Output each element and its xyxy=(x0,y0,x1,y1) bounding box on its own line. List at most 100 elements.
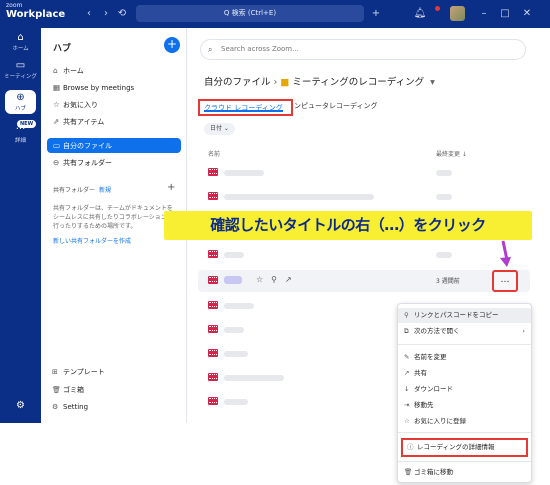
row-date xyxy=(436,194,452,200)
chevron-down-icon[interactable]: ▾ xyxy=(430,77,435,88)
forward-icon[interactable]: › xyxy=(99,7,113,21)
rail-item-meetings[interactable]: ▭ ミーティング xyxy=(0,60,41,80)
logo-big: Workplace xyxy=(6,9,66,20)
menu-label: 次の方法で開く xyxy=(414,327,460,335)
share-icon: ↗ xyxy=(404,369,410,377)
star-icon[interactable]: ☆ xyxy=(256,275,263,284)
shared-desc: 共有フォルダーは、チームがドキュメントをシームレスに共有したりコラボレーションを… xyxy=(53,205,173,230)
hub-icon: ⊕ xyxy=(16,92,25,103)
nav-label: 共有フォルダー xyxy=(63,159,112,167)
row-date xyxy=(436,170,452,176)
tab-cloud-recording[interactable]: クラウド レコーディング xyxy=(198,99,293,116)
share-icon: ⇗ xyxy=(53,117,60,126)
menu-item-recording-details[interactable]: ⓘ レコーディングの詳細情報 xyxy=(401,438,528,457)
nav-item-favorites[interactable]: ☆ お気に入り xyxy=(47,97,181,112)
link-icon: ⚲ xyxy=(404,311,409,319)
more-options-button[interactable]: … xyxy=(492,270,518,292)
menu-label: 移動先 xyxy=(414,401,434,409)
menu-label: ゴミ箱に移動 xyxy=(414,468,453,476)
nav-item-my-files[interactable]: ▭ 自分のファイル xyxy=(47,138,181,153)
rail-label: ミーティング xyxy=(4,74,37,80)
pencil-icon: ✎ xyxy=(404,353,410,361)
add-button[interactable]: + xyxy=(164,37,180,53)
column-header-modified[interactable]: 最終変更 ↓ xyxy=(436,149,467,158)
menu-divider xyxy=(398,432,531,433)
date-filter[interactable]: 日付 ⌄ xyxy=(204,123,235,135)
menu-label: レコーディングの詳細情報 xyxy=(417,443,495,451)
nav-label: テンプレート xyxy=(63,368,105,376)
plus-icon[interactable]: + xyxy=(369,7,383,21)
breadcrumb: 自分のファイル › ■ ミーティングのレコーディング ▾ xyxy=(204,74,438,88)
instruction-banner: 確認したいタイトルの右（…）をクリック xyxy=(164,211,532,240)
menu-item-copy-link[interactable]: ⚲ リンクとパスコードをコピー xyxy=(398,308,531,323)
row-actions: ☆ ⚲ ↗ xyxy=(256,275,300,284)
nav-item-shared-folders[interactable]: ⊖ 共有フォルダー xyxy=(47,155,181,170)
nav-label: Browse by meetings xyxy=(63,84,135,92)
menu-item-download[interactable]: ↓ ダウンロード xyxy=(398,382,531,397)
table-row[interactable] xyxy=(198,162,530,184)
back-icon[interactable]: ‹ xyxy=(82,7,96,21)
notification-dot xyxy=(435,6,440,11)
add-shared-folder-icon[interactable]: + xyxy=(167,182,175,193)
menu-item-share[interactable]: ↗ 共有 xyxy=(398,366,531,381)
menu-item-rename[interactable]: ✎ 名前を変更 xyxy=(398,350,531,365)
nav-label: ゴミ箱 xyxy=(63,386,84,394)
nav-item-templates[interactable]: ⊞ テンプレート xyxy=(52,367,105,377)
menu-divider xyxy=(398,461,531,462)
global-search[interactable]: Q 検索 (Ctrl+E) xyxy=(136,5,364,22)
nav-item-trash[interactable]: 🗑︎ ゴミ箱 xyxy=(52,385,84,395)
recording-icon xyxy=(208,325,218,333)
table-row-hovered[interactable]: ☆ ⚲ ↗ 3 週間前 … xyxy=(198,270,530,292)
search-input[interactable]: ⌕ Search across Zoom... xyxy=(200,39,526,60)
rail-item-more[interactable]: ··· 詳細 xyxy=(0,124,41,144)
nav-label: お気に入り xyxy=(63,101,98,109)
close-icon[interactable]: ✕ xyxy=(520,7,534,21)
folder-icon: ▭ xyxy=(53,141,61,150)
column-header-name[interactable]: 名前 xyxy=(208,149,220,158)
nav-item-setting[interactable]: ⚙ Setting xyxy=(52,403,88,411)
history-icon[interactable]: ⟲ xyxy=(115,7,129,21)
row-title xyxy=(224,303,254,309)
home-icon: ⌂ xyxy=(17,32,24,43)
download-icon: ↓ xyxy=(404,385,410,393)
nav-item-home[interactable]: ⌂ ホーム xyxy=(47,63,181,78)
gear-icon: ⚙ xyxy=(52,403,59,411)
star-icon: ☆ xyxy=(53,100,60,109)
link-icon[interactable]: ⚲ xyxy=(271,275,277,284)
avatar[interactable] xyxy=(450,6,465,21)
video-icon: ▭ xyxy=(15,60,26,71)
row-date xyxy=(436,252,452,258)
recording-icon xyxy=(208,397,218,405)
menu-item-favorite[interactable]: ☆ お気に入りに登録 xyxy=(398,414,531,429)
tab-local-recording[interactable]: ンピュータレコーディング xyxy=(294,101,378,111)
move-icon: ⇥ xyxy=(404,401,410,409)
menu-item-open-with[interactable]: ⧉ 次の方法で開く › xyxy=(398,324,531,339)
rail-item-hub[interactable]: ⊕ ハブ xyxy=(5,90,36,114)
minimize-icon[interactable]: – xyxy=(477,7,491,21)
trash-icon: 🗑︎ xyxy=(52,386,61,394)
gear-icon: ⚙ xyxy=(16,400,25,411)
nav-item-shared[interactable]: ⇗ 共有アイテム xyxy=(47,114,181,129)
menu-item-move[interactable]: ⇥ 移動先 xyxy=(398,398,531,413)
nav-item-browse[interactable]: ▦ Browse by meetings xyxy=(47,80,181,95)
calendar-icon: ▦ xyxy=(53,83,61,92)
share-icon[interactable]: ↗ xyxy=(285,275,292,284)
rail-item-home[interactable]: ⌂ ホーム xyxy=(0,32,41,52)
table-row[interactable] xyxy=(198,186,530,208)
maximize-icon[interactable]: □ xyxy=(498,7,512,21)
table-row[interactable] xyxy=(198,244,530,266)
shared-section-label: 共有フォルダー 新規 xyxy=(53,185,111,194)
template-icon: ⊞ xyxy=(52,368,58,376)
create-shared-folder-link[interactable]: 新しい共有フォルダーを作成 xyxy=(53,236,131,245)
row-title xyxy=(224,194,374,200)
open-icon: ⧉ xyxy=(404,327,409,335)
breadcrumb-current: ミーティングのレコーディング xyxy=(292,77,425,88)
bell-icon[interactable]: 🔔︎ xyxy=(413,7,427,21)
breadcrumb-root[interactable]: 自分のファイル xyxy=(204,77,271,88)
shared-folder-icon: ⊖ xyxy=(53,158,60,167)
rail-settings[interactable]: ⚙ xyxy=(0,400,41,412)
row-title xyxy=(224,399,248,405)
folder-icon: ■ xyxy=(280,77,290,88)
menu-item-trash[interactable]: 🗑︎ ゴミ箱に移動 xyxy=(398,465,531,480)
nav-label: 自分のファイル xyxy=(63,142,112,150)
